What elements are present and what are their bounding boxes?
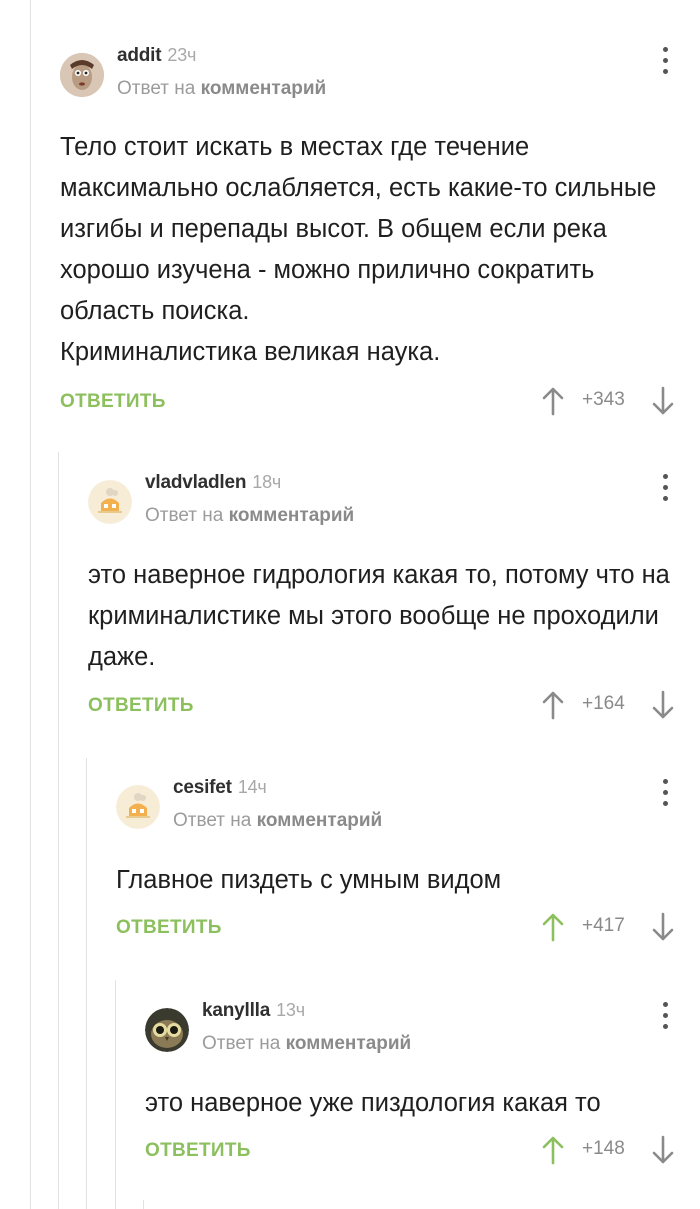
thread-line-level-4 xyxy=(115,980,116,1209)
reply-meta: Ответ на комментарий xyxy=(173,810,382,832)
reply-button[interactable]: ОТВЕТИТЬ xyxy=(88,695,194,717)
rating-controls: +148 xyxy=(538,1133,678,1167)
arrow-up-icon[interactable] xyxy=(538,912,568,942)
comment-time: 13ч xyxy=(276,1000,305,1020)
comment-time: 14ч xyxy=(237,777,267,797)
comment-time: 18ч xyxy=(252,472,282,492)
more-options-button[interactable] xyxy=(658,1002,672,1032)
arrow-down-icon[interactable] xyxy=(648,386,678,416)
comment-time: 23ч xyxy=(167,45,197,65)
more-options-button[interactable] xyxy=(658,47,672,77)
username[interactable]: cesifet 14ч xyxy=(173,777,267,799)
arrow-up-icon[interactable] xyxy=(538,386,568,416)
reply-target-link[interactable]: комментарий xyxy=(229,505,355,526)
username-text[interactable]: vladvladlen xyxy=(145,472,246,493)
reply-target-link[interactable]: комментарий xyxy=(286,1033,412,1054)
rating-controls: +343 xyxy=(538,384,678,418)
avatar[interactable] xyxy=(60,53,104,97)
avatar-image-kanyllla xyxy=(145,1008,189,1052)
avatar[interactable] xyxy=(116,785,160,829)
default-avatar-icon xyxy=(116,785,160,829)
more-options-button[interactable] xyxy=(658,474,672,504)
comment: vladvladlen 18ч Ответ на комментарий это … xyxy=(88,472,700,722)
comment-text: это наверное уже пиздология какая то xyxy=(145,1089,601,1117)
reply-button[interactable]: ОТВЕТИТЬ xyxy=(116,917,222,939)
default-avatar-icon xyxy=(88,480,132,524)
rating-controls: +417 xyxy=(538,910,678,944)
username[interactable]: kanyllla 13ч xyxy=(202,1000,305,1022)
reply-prefix: Ответ на xyxy=(173,810,252,831)
arrow-down-icon[interactable] xyxy=(648,690,678,720)
arrow-down-icon[interactable] xyxy=(648,912,678,942)
comment: addit 23ч Ответ на комментарий Тело стоит… xyxy=(60,45,700,425)
comment-text: это наверное гидрология какая то, потому… xyxy=(88,561,670,671)
reply-button[interactable]: ОТВЕТИТЬ xyxy=(145,1140,251,1162)
reply-target-link[interactable]: комментарий xyxy=(257,810,383,831)
username-text[interactable]: cesifet xyxy=(173,777,232,798)
reply-prefix: Ответ на xyxy=(117,78,196,99)
comment-text: Тело стоит искать в местах где течение м… xyxy=(60,133,657,366)
rating-score: +164 xyxy=(582,693,625,714)
username[interactable]: addit 23ч xyxy=(117,45,196,67)
username-text[interactable]: kanyllla xyxy=(202,1000,270,1021)
rating-controls: +164 xyxy=(538,688,678,722)
arrow-up-icon[interactable] xyxy=(538,1135,568,1165)
arrow-down-icon[interactable] xyxy=(648,1135,678,1165)
thread-line-level-2 xyxy=(58,452,59,1209)
reply-target-link[interactable]: комментарий xyxy=(201,78,327,99)
avatar-image-addit xyxy=(60,53,104,97)
comment-text: Главное пиздеть с умным видом xyxy=(116,866,502,894)
username-text[interactable]: addit xyxy=(117,45,162,66)
reply-button[interactable]: ОТВЕТИТЬ xyxy=(60,391,166,413)
reply-meta: Ответ на комментарий xyxy=(202,1033,411,1055)
rating-score: +417 xyxy=(582,915,625,936)
reply-prefix: Ответ на xyxy=(202,1033,281,1054)
avatar[interactable] xyxy=(88,480,132,524)
more-options-button[interactable] xyxy=(658,779,672,809)
reply-prefix: Ответ на xyxy=(145,505,224,526)
reply-meta: Ответ на комментарий xyxy=(145,505,354,527)
reply-meta: Ответ на комментарий xyxy=(117,78,326,100)
comment: kanyllla 13ч Ответ на комментарий это нав… xyxy=(145,1000,700,1180)
thread-line-level-5 xyxy=(143,1200,144,1209)
arrow-up-icon[interactable] xyxy=(538,690,568,720)
username[interactable]: vladvladlen 18ч xyxy=(145,472,281,494)
rating-score: +343 xyxy=(582,389,625,410)
rating-score: +148 xyxy=(582,1138,625,1159)
thread-line-level-1 xyxy=(30,0,31,1209)
comment: cesifet 14ч Ответ на комментарий Главное … xyxy=(116,777,700,947)
avatar[interactable] xyxy=(145,1008,189,1052)
thread-line-level-3 xyxy=(86,758,87,1209)
